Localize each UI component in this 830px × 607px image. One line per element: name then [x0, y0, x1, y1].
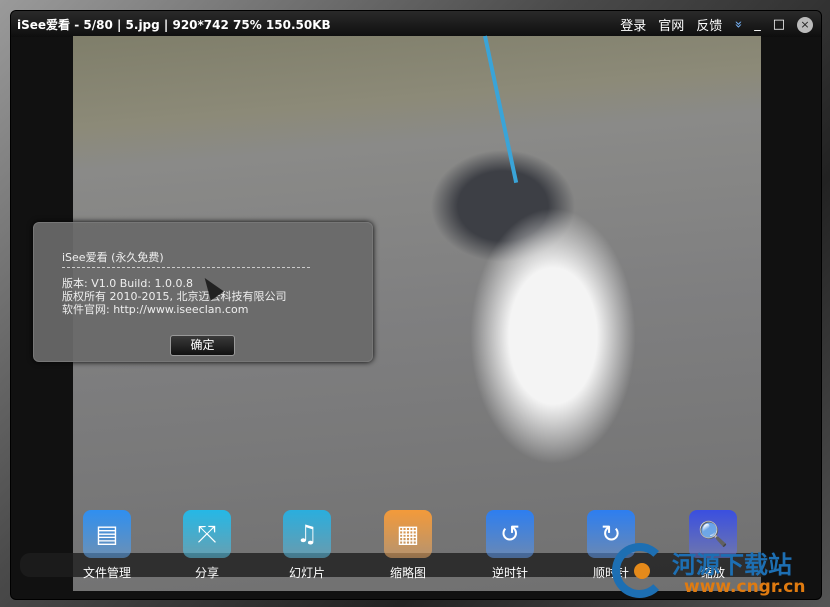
thumbnails-icon: ▦ — [384, 510, 432, 558]
watermark-name: 河源下载站 — [672, 551, 792, 579]
watermark-dot-icon — [634, 563, 650, 579]
toolbar-button-share[interactable]: ⤧ 分享 — [172, 510, 242, 581]
website-text: 软件官网: http://www.iseeclan.com — [62, 303, 249, 316]
login-link[interactable]: 登录 — [620, 15, 646, 34]
website-link[interactable]: 官网 — [658, 15, 684, 34]
toolbar-label: 逆时针 — [491, 566, 528, 580]
toolbar-button-thumbnails[interactable]: ▦ 缩略图 — [373, 510, 443, 581]
feedback-link[interactable]: 反馈 — [696, 15, 722, 34]
slideshow-icon: ♫ — [283, 510, 331, 558]
ok-button[interactable]: 确定 — [170, 335, 235, 356]
toolbar-label: 文件管理 — [82, 566, 131, 580]
toolbar-label: 幻灯片 — [288, 566, 325, 580]
minimize-button[interactable]: _ — [754, 17, 761, 32]
copyright-text: 版权所有 2010-2015, 北京迈云科技有限公司 — [62, 290, 287, 303]
version-text: 版本: V1.0 Build: 1.0.0.8 — [62, 277, 194, 290]
toolbar-button-slideshow[interactable]: ♫ 幻灯片 — [272, 510, 342, 581]
toolbar-button-folder[interactable]: ▤ 文件管理 — [72, 510, 142, 581]
toolbar-label: 缩略图 — [389, 566, 426, 580]
watermark-url: www.cngr.cn — [684, 577, 806, 597]
dialog-divider — [62, 267, 310, 268]
share-icon: ⤧ — [183, 510, 231, 558]
toolbar-label: 分享 — [194, 566, 219, 580]
watermark-logo: 河源下载站 www.cngr.cn — [612, 543, 827, 603]
window-title: iSee爱看 - 5/80 | 5.jpg | 920*742 75% 150.… — [17, 17, 331, 32]
menu-chevron-icon[interactable]: » — [731, 21, 746, 29]
photo-leash — [483, 35, 519, 184]
toolbar-button-rotate-ccw[interactable]: ↺ 逆时针 — [475, 510, 545, 581]
title-bar: iSee爱看 - 5/80 | 5.jpg | 920*742 75% 150.… — [11, 11, 821, 37]
about-dialog: iSee爱看 (永久免费) 版本: V1.0 Build: 1.0.0.8 版权… — [33, 222, 373, 362]
dialog-title: iSee爱看 (永久免费) — [62, 251, 164, 264]
rotate-ccw-icon: ↺ — [486, 510, 534, 558]
close-button[interactable]: × — [797, 16, 813, 33]
maximize-button[interactable]: □ — [773, 17, 785, 32]
folder-icon: ▤ — [83, 510, 131, 558]
